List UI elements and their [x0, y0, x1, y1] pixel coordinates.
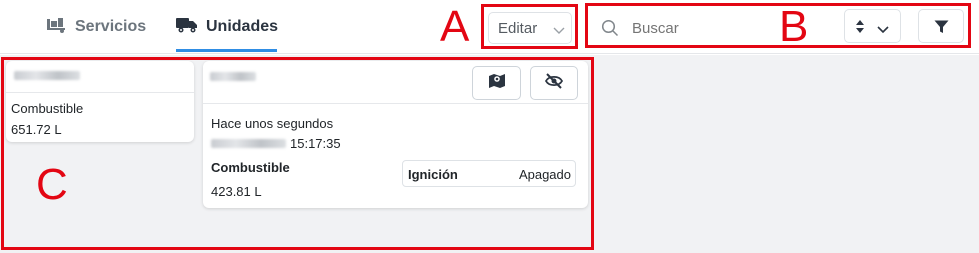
tab-unidades-label: Unidades	[206, 18, 279, 35]
active-tab-indicator	[176, 49, 277, 52]
annotation-label-b: B	[779, 2, 809, 51]
tab-servicios-label: Servicios	[75, 18, 147, 35]
annotation-box-a	[481, 4, 578, 49]
truck-icon	[176, 17, 198, 38]
annotation-box-c	[1, 57, 594, 250]
annotation-label-a: A	[440, 2, 470, 51]
tab-servicios[interactable]: Servicios	[47, 0, 146, 54]
annotation-label-c: C	[36, 160, 68, 209]
truck-loading-icon	[47, 17, 67, 38]
annotation-box-b	[585, 3, 971, 48]
tab-unidades[interactable]: Unidades	[176, 0, 278, 54]
